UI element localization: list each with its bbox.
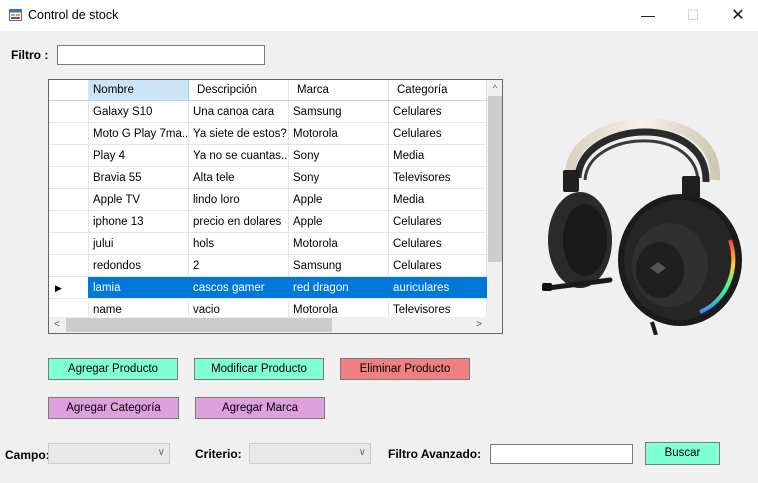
cell-descripcion[interactable]: Ya no se cuantas... (189, 145, 289, 166)
cell-marca[interactable]: red dragon (289, 277, 389, 298)
horizontal-scroll-thumb[interactable] (66, 318, 332, 332)
modify-product-button[interactable]: Modificar Producto (194, 358, 324, 380)
column-header-nombre[interactable]: Nombre (89, 80, 189, 100)
grid-body: Nombre Descripción Marca Categoría Galaxy S1… (49, 80, 487, 321)
cell-marca[interactable]: Samsung (289, 255, 389, 276)
row-header[interactable] (49, 167, 89, 188)
scrollbar-corner (487, 317, 502, 333)
cell-nombre[interactable]: jului (89, 233, 189, 254)
scroll-right-icon[interactable]: > (471, 317, 487, 333)
chevron-down-icon: ∨ (157, 447, 165, 458)
delete-product-button[interactable]: Eliminar Producto (340, 358, 470, 380)
add-brand-button[interactable]: Agregar Marca (195, 397, 325, 419)
close-button[interactable]: ✕ (715, 0, 758, 31)
filter-input[interactable] (57, 45, 265, 65)
column-header-categoria[interactable]: Categoría (389, 80, 487, 100)
cell-categoria[interactable]: Celulares (389, 233, 487, 254)
cell-categoria[interactable]: Celulares (389, 101, 487, 122)
app-icon (9, 9, 22, 21)
criterio-select[interactable]: ∨ (249, 443, 371, 464)
cell-categoria[interactable]: Celulares (389, 123, 487, 144)
row-header[interactable] (49, 123, 89, 144)
cell-categoria[interactable]: Media (389, 189, 487, 210)
maximize-button[interactable]: ☐ (670, 0, 716, 31)
chevron-down-icon: ∨ (358, 447, 366, 458)
cell-marca[interactable]: Sony (289, 145, 389, 166)
cell-marca[interactable]: Apple (289, 211, 389, 232)
cell-descripcion[interactable]: 2 (189, 255, 289, 276)
scroll-left-icon[interactable]: < (49, 317, 65, 333)
grid-header-row: Nombre Descripción Marca Categoría (49, 80, 487, 101)
column-header-descripcion[interactable]: Descripción (189, 80, 289, 100)
add-product-button[interactable]: Agregar Producto (48, 358, 178, 380)
campo-label: Campo: (5, 448, 50, 462)
add-category-button[interactable]: Agregar Categoría (48, 397, 179, 419)
cell-nombre[interactable]: iphone 13 (89, 211, 189, 232)
criterio-label: Criterio: (195, 447, 242, 461)
cell-descripcion[interactable]: lindo loro (189, 189, 289, 210)
horizontal-scrollbar[interactable]: < > (49, 317, 487, 333)
table-row[interactable]: Bravia 55 Alta tele Sony Televisores (49, 167, 487, 189)
cell-nombre[interactable]: redondos (89, 255, 189, 276)
cell-descripcion[interactable]: hols (189, 233, 289, 254)
cell-descripcion[interactable]: Una canoa cara (189, 101, 289, 122)
grid-header-corner[interactable] (49, 80, 89, 100)
products-grid[interactable]: Nombre Descripción Marca Categoría Galaxy S1… (48, 79, 503, 334)
table-row[interactable]: iphone 13 precio en dolares Apple Celulares (49, 211, 487, 233)
row-header[interactable] (49, 255, 89, 276)
cell-categoria[interactable]: Televisores (389, 167, 487, 188)
cell-nombre[interactable]: Apple TV (89, 189, 189, 210)
row-header[interactable] (49, 145, 89, 166)
cell-categoria[interactable]: Celulares (389, 255, 487, 276)
cell-descripcion[interactable]: Alta tele (189, 167, 289, 188)
window-title: Control de stock (28, 8, 119, 22)
cell-descripcion[interactable]: precio en dolares (189, 211, 289, 232)
table-row[interactable]: ▶ lamia cascos gamer red dragon auriculares (49, 277, 487, 299)
minimize-button[interactable]: — (625, 0, 671, 31)
row-header[interactable] (49, 211, 89, 232)
vertical-scroll-thumb[interactable] (488, 96, 502, 262)
table-row[interactable]: Play 4 Ya no se cuantas... Sony Media (49, 145, 487, 167)
cell-descripcion[interactable]: cascos gamer (189, 277, 289, 298)
table-row[interactable]: Apple TV lindo loro Apple Media (49, 189, 487, 211)
row-header[interactable] (49, 233, 89, 254)
column-header-marca[interactable]: Marca (289, 80, 389, 100)
cell-nombre[interactable]: Moto G Play 7ma... (89, 123, 189, 144)
row-selected-indicator-icon[interactable]: ▶ (49, 277, 89, 298)
vertical-scrollbar[interactable]: ^ (487, 80, 502, 317)
cell-marca[interactable]: Sony (289, 167, 389, 188)
advanced-filter-input[interactable] (490, 444, 633, 464)
row-header[interactable] (49, 189, 89, 210)
scroll-up-icon[interactable]: ^ (487, 80, 502, 96)
cell-categoria[interactable]: auriculares (389, 277, 487, 298)
table-row[interactable]: jului hols Motorola Celulares (49, 233, 487, 255)
cell-marca[interactable]: Motorola (289, 233, 389, 254)
cell-nombre[interactable]: lamia (89, 277, 189, 298)
cell-nombre[interactable]: Galaxy S10 (89, 101, 189, 122)
cell-categoria[interactable]: Celulares (389, 211, 487, 232)
table-row[interactable]: Galaxy S10 Una canoa cara Samsung Celulares (49, 101, 487, 123)
cell-marca[interactable]: Samsung (289, 101, 389, 122)
search-button[interactable]: Buscar (645, 442, 720, 465)
cell-marca[interactable]: Motorola (289, 123, 389, 144)
row-header[interactable] (49, 101, 89, 122)
cell-marca[interactable]: Apple (289, 189, 389, 210)
filter-label: Filtro : (11, 48, 49, 62)
campo-select[interactable]: ∨ (48, 443, 170, 464)
table-row[interactable]: Moto G Play 7ma... Ya siete de estos? Moto… (49, 123, 487, 145)
advanced-filter-label: Filtro Avanzado: (388, 447, 482, 461)
cell-descripcion[interactable]: Ya siete de estos? (189, 123, 289, 144)
table-row[interactable]: redondos 2 Samsung Celulares (49, 255, 487, 277)
cell-nombre[interactable]: Bravia 55 (89, 167, 189, 188)
cell-categoria[interactable]: Media (389, 145, 487, 166)
cell-nombre[interactable]: Play 4 (89, 145, 189, 166)
headphones-image (542, 118, 742, 335)
